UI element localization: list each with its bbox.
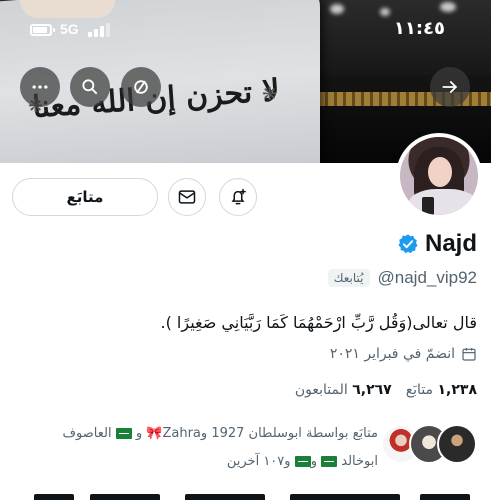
- mute-icon: [134, 80, 148, 94]
- profile-avatar[interactable]: [396, 133, 482, 219]
- followed-by-text[interactable]: متابَع بواسطة ابوسلطان 1927 وZahra🎀 و ال…: [18, 420, 378, 476]
- saudi-flag-icon: [321, 456, 338, 467]
- bell-plus-icon: [231, 188, 246, 205]
- notifications-button[interactable]: [219, 178, 257, 216]
- verified-badge-icon: [398, 234, 418, 254]
- joined-date: انضمّ في فبراير ٢٠٢١: [329, 346, 455, 362]
- profile-name-row: Najd: [397, 230, 477, 258]
- cut-off-content: [0, 488, 491, 500]
- following-button[interactable]: متابَع: [12, 178, 158, 216]
- followers-count: ٦,٢٦٧: [352, 382, 392, 398]
- followed-by-alasouf: العاصوف: [62, 426, 116, 441]
- status-bar: 5G ١١:٤٥: [0, 0, 491, 60]
- ornament-icon: ❋: [262, 84, 278, 105]
- followers-label: المتابعون: [294, 382, 348, 398]
- followed-by-zahra: Zahra: [162, 426, 201, 441]
- forward-button[interactable]: [430, 67, 470, 107]
- saudi-flag-icon: [294, 456, 311, 467]
- following-stat[interactable]: ١,٢٣٨ متابَع: [406, 382, 477, 398]
- followed-by-line2-name: ابوخالد: [341, 454, 378, 469]
- following-count: ١,٢٣٨: [437, 382, 478, 398]
- followed-by-prefix: متابَع بواسطة ابوسلطان 1927 و: [200, 426, 378, 441]
- status-time: ١١:٤٥: [393, 18, 445, 39]
- more-options-button[interactable]: [20, 67, 60, 107]
- followed-by-line2-rest: و١٠٧ آخرين: [226, 454, 295, 469]
- saudi-flag-icon: [115, 428, 132, 439]
- message-button[interactable]: [168, 178, 206, 216]
- followers-stat[interactable]: ٦,٢٦٧ المتابعون: [295, 382, 392, 398]
- profile-handle: @najd_vip92: [377, 268, 478, 287]
- forward-arrow-icon: [442, 81, 458, 93]
- follows-you-badge: يُتابعك: [327, 269, 370, 287]
- followed-by-avatars[interactable]: [381, 424, 477, 468]
- search-icon: [82, 79, 98, 95]
- calendar-icon: [462, 348, 476, 361]
- network-type: 5G: [60, 21, 79, 37]
- mail-icon: [178, 190, 196, 204]
- battery-icon: [30, 24, 55, 36]
- profile-handle-row: يُتابعك @najd_vip92: [327, 268, 478, 288]
- search-button[interactable]: [70, 67, 110, 107]
- following-label: متابَع: [405, 382, 434, 398]
- avatar: [437, 424, 477, 464]
- followed-by-and: و: [135, 426, 147, 441]
- signal-icon: [88, 23, 112, 37]
- bow-icon: 🎀: [146, 426, 163, 441]
- more-icon: [32, 85, 48, 89]
- joined-row: انضمّ في فبراير ٢٠٢١: [330, 346, 477, 362]
- profile-name: Najd: [424, 230, 477, 257]
- profile-bio: قال تعالى(وَقُل رَّبِّ ارْحَمْهُمَا كَمَ…: [160, 313, 478, 332]
- follow-stats: ١,٢٣٨ متابَع ٦,٢٦٧ المتابعون: [295, 382, 477, 398]
- mute-button[interactable]: [121, 67, 161, 107]
